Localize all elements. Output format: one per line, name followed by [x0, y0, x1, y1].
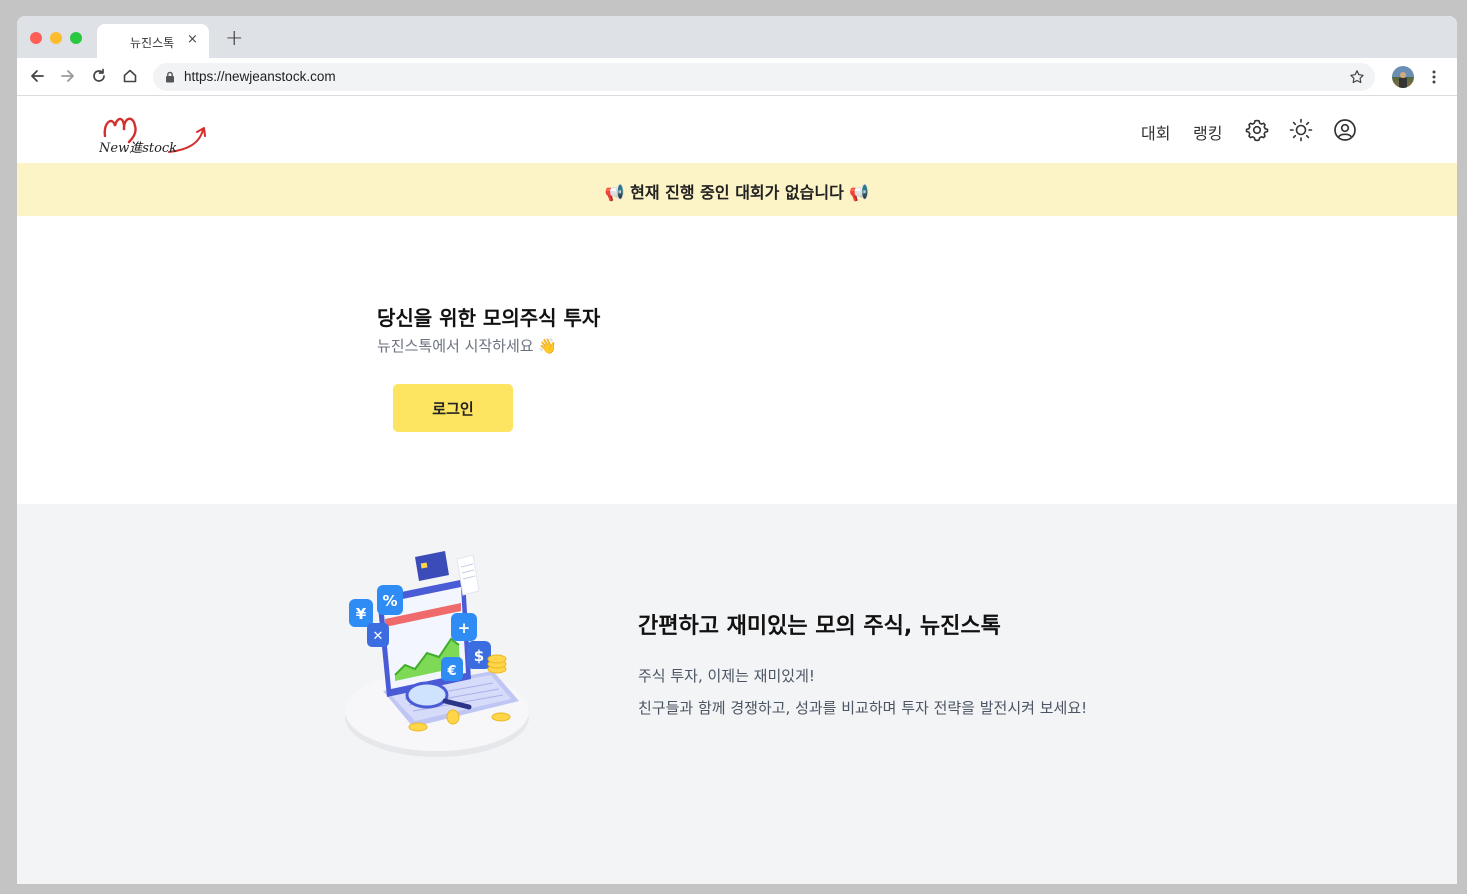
feature-title: 간편하고 재미있는 모의 주식, 뉴진스톡 — [638, 614, 1001, 639]
hero-section: 당신을 위한 모의주식 투자 뉴진스톡에서 시작하세요 👋 로그인 — [17, 216, 1457, 504]
tab-close-icon[interactable]: × — [187, 33, 198, 47]
user-icon[interactable] — [1333, 118, 1357, 142]
browser-window: 뉴진스톡 × + https://newjeanstock.com New進st… — [17, 16, 1457, 884]
url-text[interactable]: https://newjeanstock.com — [184, 69, 336, 84]
hero-title: 당신을 위한 모의주식 투자 — [377, 306, 601, 330]
feature-description-line-2: 친구들과 함께 경쟁하고, 성과를 비교하며 투자 전략을 발전시켜 보세요! — [638, 699, 1088, 717]
profile-avatar[interactable] — [1392, 66, 1414, 88]
browser-tab[interactable]: 뉴진스톡 × — [97, 24, 209, 58]
feature-section: ¥ % ✕ + $ € 간편하고 재미있는 모의 주식, 뉴진스톡 주식 투자,… — [17, 504, 1457, 884]
nav-contest-link[interactable]: 대회 — [1141, 120, 1170, 144]
minimize-window-button[interactable] — [50, 32, 62, 44]
maximize-window-button[interactable] — [70, 32, 82, 44]
settings-icon[interactable] — [1245, 118, 1269, 142]
newjeanstock-logo[interactable]: New進stock — [99, 108, 209, 154]
notice-banner: 📢 현재 진행 중인 대회가 없습니다 📢 — [17, 163, 1457, 216]
svg-text:¥: ¥ — [356, 605, 367, 623]
bookmark-star-icon[interactable] — [1349, 69, 1365, 85]
svg-text:€: € — [446, 664, 456, 679]
back-icon[interactable] — [28, 67, 46, 85]
forward-icon[interactable] — [59, 67, 77, 85]
address-bar[interactable]: https://newjeanstock.com — [153, 63, 1375, 91]
browser-menu-icon[interactable] — [1431, 69, 1437, 85]
close-window-button[interactable] — [30, 32, 42, 44]
tab-title: 뉴진스톡 — [130, 36, 175, 50]
reload-icon[interactable] — [90, 67, 108, 85]
svg-text:%: % — [382, 592, 397, 610]
site-header: New進stock 대회 랭킹 — [17, 96, 1457, 163]
svg-text:$: $ — [474, 647, 484, 665]
feature-description-line-1: 주식 투자, 이제는 재미있게! — [638, 667, 815, 685]
svg-text:+: + — [458, 619, 471, 637]
hero-subtitle: 뉴진스톡에서 시작하세요 👋 — [377, 337, 558, 355]
login-button[interactable]: 로그인 — [393, 384, 513, 432]
notice-banner-text: 📢 현재 진행 중인 대회가 없습니다 📢 — [604, 183, 870, 202]
browser-toolbar: https://newjeanstock.com — [17, 58, 1457, 96]
svg-text:✕: ✕ — [373, 629, 384, 644]
home-icon[interactable] — [121, 67, 139, 85]
web-page: New進stock 대회 랭킹 📢 현재 진행 중인 대회가 없습니다 📢 당신… — [17, 96, 1457, 884]
profile-photo-icon — [1399, 72, 1407, 88]
sun-icon[interactable] — [1289, 118, 1313, 142]
lock-icon — [166, 71, 174, 83]
nav-ranking-link[interactable]: 랭킹 — [1193, 120, 1222, 144]
tab-strip: 뉴진스톡 × + — [17, 16, 1457, 58]
new-tab-button[interactable]: + — [225, 28, 243, 50]
logo-text: New進stock — [99, 141, 177, 154]
laptop-finance-illustration: ¥ % ✕ + $ € — [345, 551, 529, 757]
